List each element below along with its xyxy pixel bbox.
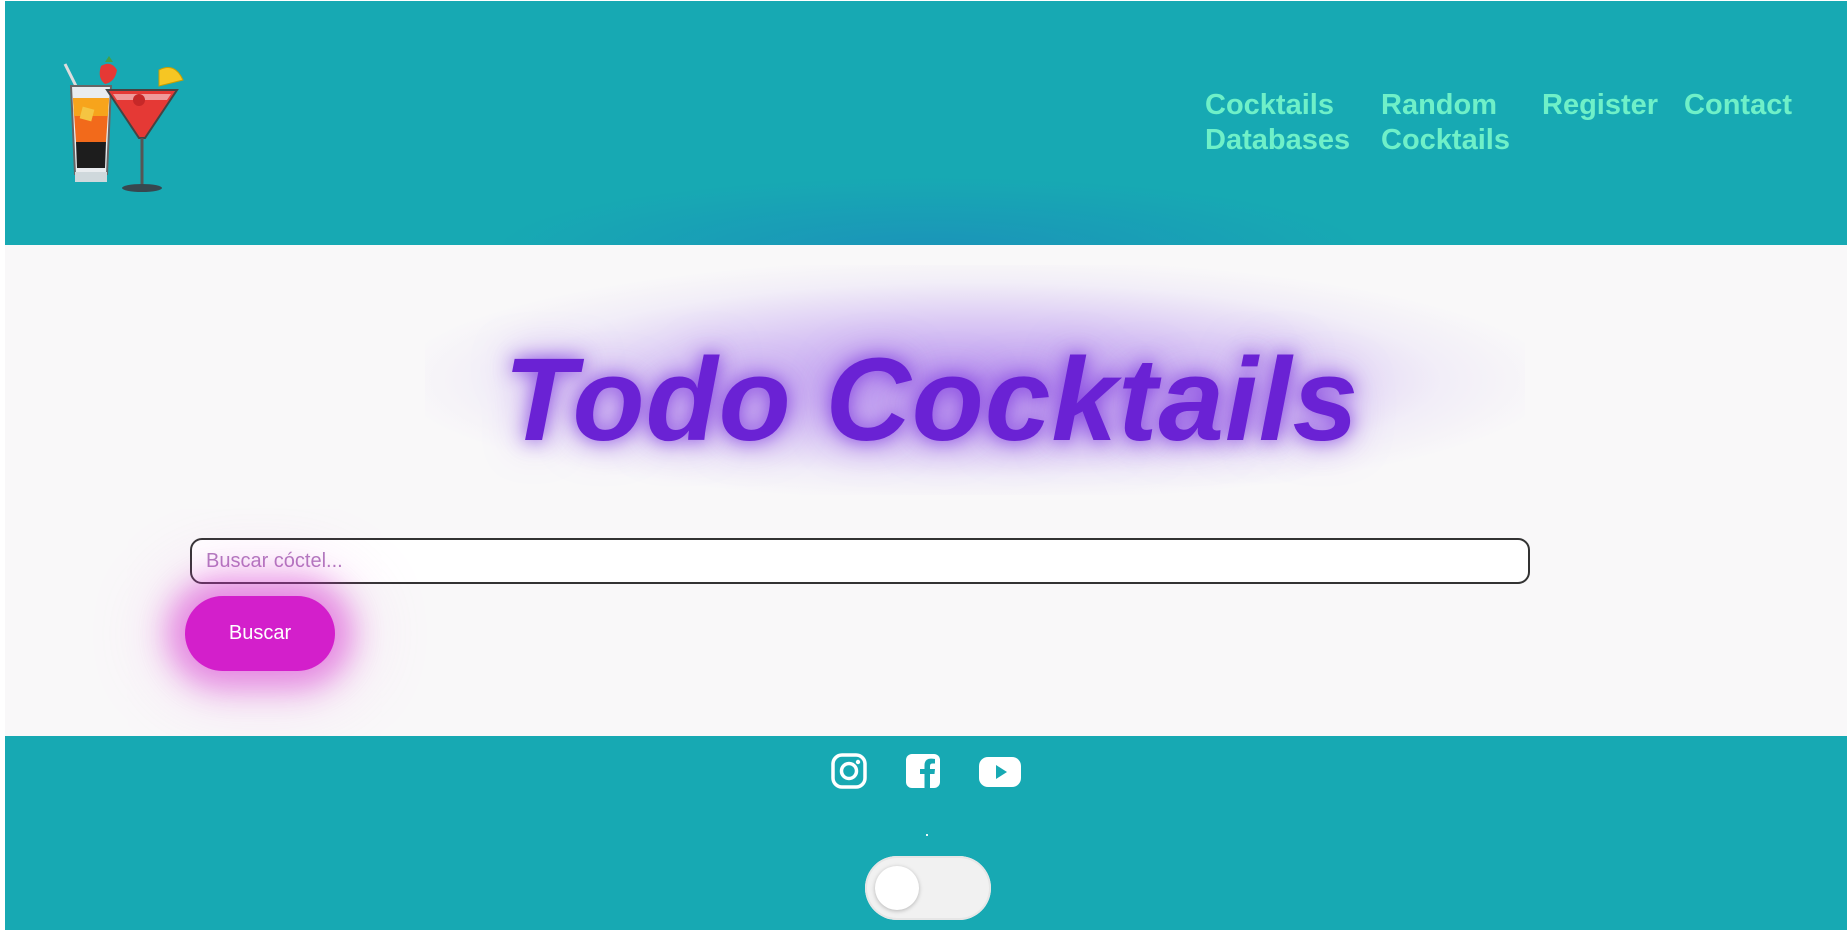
site-header: Cocktails Databases Random Cocktails Reg… (5, 1, 1847, 245)
nav-link-contact[interactable]: Contact (1684, 88, 1792, 158)
theme-toggle[interactable] (865, 856, 991, 920)
nav-link-cocktails-databases[interactable]: Cocktails Databases (1205, 88, 1355, 158)
instagram-icon[interactable] (830, 752, 868, 790)
nav-link-register[interactable]: Register (1542, 88, 1658, 158)
page-frame: Cocktails Databases Random Cocktails Reg… (5, 1, 1847, 930)
hero-section: Todo Cocktails Buscar (5, 245, 1847, 736)
main-nav: Cocktails Databases Random Cocktails Reg… (1205, 88, 1792, 158)
nav-link-random-cocktails[interactable]: Random Cocktails (1381, 88, 1516, 158)
page-title: Todo Cocktails (503, 334, 1360, 466)
social-links (5, 752, 1847, 790)
search-button[interactable]: Buscar (185, 596, 335, 671)
toggle-knob[interactable] (875, 866, 919, 910)
facebook-icon[interactable] (904, 752, 942, 790)
divider-dot (926, 834, 928, 836)
youtube-icon[interactable] (978, 752, 1022, 790)
cocktail-glasses-icon[interactable] (55, 46, 190, 196)
search-input[interactable] (190, 538, 1530, 584)
site-footer (5, 736, 1847, 930)
